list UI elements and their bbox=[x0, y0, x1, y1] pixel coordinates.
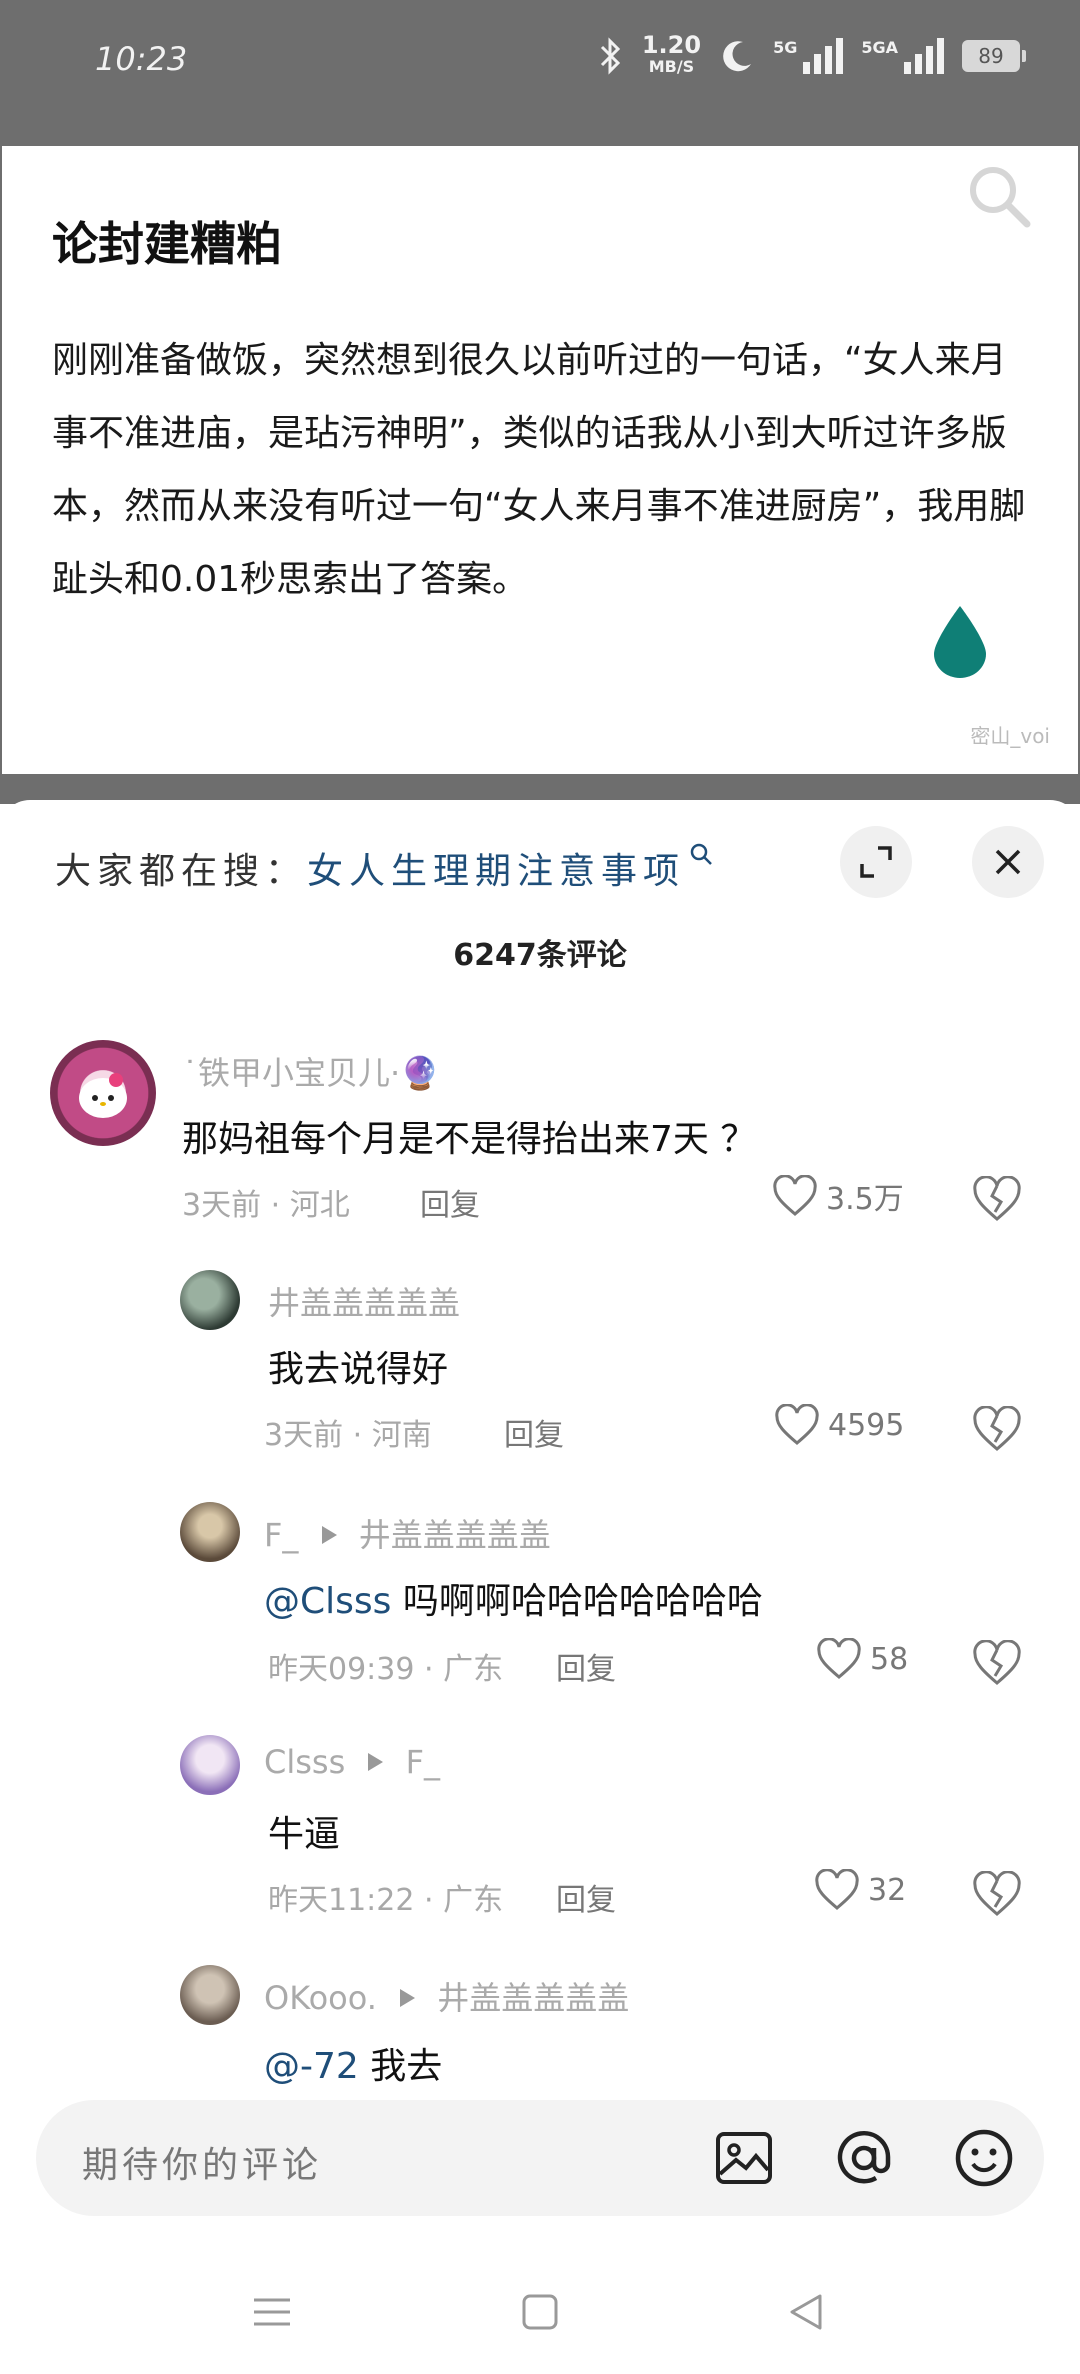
home-icon[interactable] bbox=[520, 2292, 560, 2332]
avatar[interactable] bbox=[50, 1040, 156, 1146]
comment-text: @Clsss 吗啊啊哈哈哈哈哈哈哈 bbox=[264, 1581, 763, 1622]
comment-text: 我去说得好 bbox=[268, 1349, 449, 1390]
avatar[interactable] bbox=[180, 1965, 240, 2025]
comment-meta: 昨天09:39 · 广东 bbox=[268, 1652, 504, 1687]
signal-sim1-icon: 5G bbox=[773, 38, 844, 74]
like-count: 32 bbox=[868, 1872, 907, 1908]
close-button[interactable] bbox=[972, 826, 1044, 898]
search-icon[interactable] bbox=[963, 160, 1033, 230]
post-title: 论封建糟粕 bbox=[52, 217, 282, 271]
avatar[interactable] bbox=[180, 1735, 240, 1795]
moon-icon bbox=[723, 41, 752, 72]
comment-text: 牛逼 bbox=[268, 1814, 341, 1855]
water-drop-icon bbox=[934, 606, 986, 678]
comment-input[interactable]: 期待你的评论 bbox=[36, 2100, 1044, 2216]
expand-button[interactable] bbox=[840, 826, 912, 898]
image-icon[interactable] bbox=[712, 2126, 776, 2190]
reply-arrow-icon bbox=[321, 1526, 337, 1544]
comment-item: ˙铁甲小宝贝儿·🔮 那妈祖每个月是不是得抬出来7天 ？ 3天前 · 河北 回复 … bbox=[0, 1040, 1080, 1230]
comment-username[interactable]: ˙铁甲小宝贝儿·🔮 bbox=[182, 1048, 440, 1094]
broken-heart-icon[interactable] bbox=[972, 1640, 1022, 1686]
status-bar: 10:23 1.20 MB/S 5G 5GA 89 bbox=[0, 0, 1080, 146]
comment-text: @-72 我去 bbox=[264, 2046, 443, 2087]
reply-button[interactable]: 回复 bbox=[420, 1180, 480, 1224]
comment-item: OKooo. 井盖盖盖盖盖 @-72 我去 bbox=[0, 1965, 1080, 2095]
mention-link[interactable]: @Clsss bbox=[264, 1581, 391, 1622]
battery-icon: 89 bbox=[962, 40, 1026, 72]
like-count: 4595 bbox=[828, 1407, 905, 1443]
broken-heart-icon[interactable] bbox=[972, 1176, 1022, 1222]
signal-sim2-icon: 5GA bbox=[861, 38, 944, 74]
reply-arrow-icon bbox=[368, 1753, 384, 1771]
comment-count: 6247条评论 bbox=[453, 938, 627, 973]
emoji-icon[interactable] bbox=[952, 2126, 1016, 2190]
status-icons: 1.20 MB/S 5G 5GA 89 bbox=[598, 31, 1026, 78]
hello-kitty-avatar-icon bbox=[79, 1073, 127, 1118]
comment-meta: 昨天11:22 · 广东 bbox=[268, 1883, 504, 1918]
comment-item: Clsss F_ 牛逼 昨天11:22 · 广东 回复 32 bbox=[0, 1735, 1080, 1935]
system-nav-bar bbox=[0, 2260, 1080, 2374]
comment-username[interactable]: OKooo. 井盖盖盖盖盖 bbox=[264, 1973, 629, 2019]
status-time: 10:23 bbox=[95, 40, 188, 78]
comment-text: 那妈祖每个月是不是得抬出来7天 ？ bbox=[182, 1119, 757, 1160]
like-button[interactable]: 58 bbox=[816, 1638, 908, 1680]
avatar[interactable] bbox=[180, 1502, 240, 1562]
at-mention-icon[interactable] bbox=[832, 2126, 896, 2190]
broken-heart-icon[interactable] bbox=[972, 1871, 1022, 1917]
comment-meta: 3天前 · 河南 bbox=[264, 1418, 432, 1453]
watermark: 密山_voi bbox=[970, 724, 1050, 748]
heart-icon bbox=[815, 1869, 859, 1910]
comment-username[interactable]: 井盖盖盖盖盖 bbox=[268, 1278, 460, 1324]
comment-item: 井盖盖盖盖盖 我去说得好 3天前 · 河南 回复 4595 bbox=[0, 1270, 1080, 1470]
back-icon[interactable] bbox=[786, 2292, 826, 2332]
search-icon bbox=[690, 843, 712, 865]
comment-meta: 3天前 · 河北 bbox=[182, 1188, 350, 1223]
comment-username[interactable]: F_ 井盖盖盖盖盖 bbox=[264, 1510, 551, 1556]
reply-arrow-icon bbox=[400, 1989, 416, 2007]
comment-username[interactable]: Clsss F_ bbox=[264, 1743, 440, 1781]
heart-icon bbox=[773, 1175, 817, 1216]
comment-input-placeholder: 期待你的评论 bbox=[82, 2145, 323, 2186]
mention-link[interactable]: @-72 bbox=[264, 2046, 359, 2087]
bluetooth-icon bbox=[600, 37, 620, 75]
trending-search-prefix: 大家都在搜： bbox=[55, 851, 308, 892]
trending-search[interactable]: 大家都在搜：女人生理期注意事项 bbox=[55, 842, 713, 894]
like-button[interactable]: 4595 bbox=[774, 1404, 904, 1446]
reply-button[interactable]: 回复 bbox=[556, 1644, 616, 1688]
heart-icon bbox=[817, 1638, 861, 1679]
like-button[interactable]: 3.5万 bbox=[772, 1174, 904, 1218]
reply-button[interactable]: 回复 bbox=[504, 1410, 564, 1454]
post-card: 论封建糟粕 刚刚准备做饭，突然想到很久以前听过的一句话，“女人来月事不准进庙，是… bbox=[0, 146, 1080, 774]
like-count: 3.5万 bbox=[826, 1182, 904, 1217]
expand-icon bbox=[860, 846, 892, 878]
post-body: 刚刚准备做饭，突然想到很久以前听过的一句话，“女人来月事不准进庙，是玷污神明”，… bbox=[52, 340, 1026, 600]
avatar[interactable] bbox=[180, 1270, 240, 1330]
comment-item: F_ 井盖盖盖盖盖 @Clsss 吗啊啊哈哈哈哈哈哈哈 昨天09:39 · 广东… bbox=[0, 1502, 1080, 1702]
like-count: 58 bbox=[870, 1641, 909, 1677]
like-button[interactable]: 32 bbox=[814, 1869, 906, 1911]
reply-button[interactable]: 回复 bbox=[556, 1875, 616, 1919]
heart-icon bbox=[775, 1404, 819, 1445]
trending-search-query[interactable]: 女人生理期注意事项 bbox=[307, 851, 685, 892]
net-speed: 1.20 MB/S bbox=[641, 31, 702, 76]
broken-heart-icon[interactable] bbox=[972, 1406, 1022, 1452]
close-icon bbox=[995, 849, 1021, 875]
menu-icon[interactable] bbox=[252, 2292, 292, 2332]
